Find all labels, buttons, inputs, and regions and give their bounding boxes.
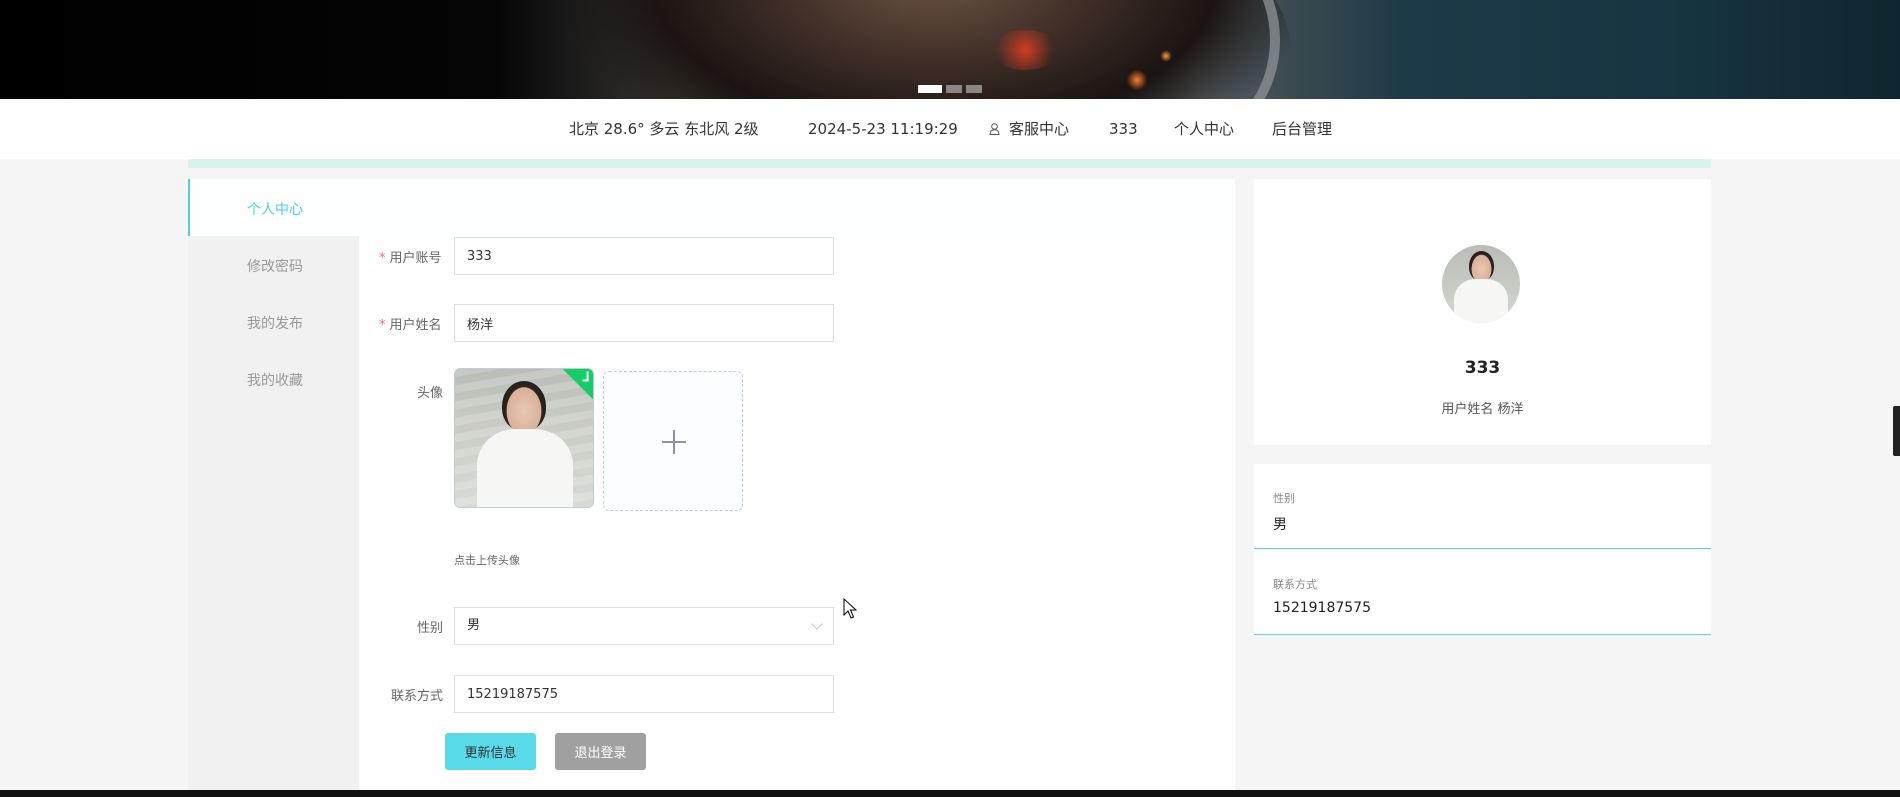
name-input[interactable] (454, 304, 834, 342)
nav-username[interactable]: 333 (1109, 119, 1138, 139)
side-item-change-password[interactable]: 修改密码 (247, 256, 303, 276)
tab-personal-center[interactable]: 个人中心 (188, 179, 1235, 236)
nav-admin[interactable]: 后台管理 (1272, 119, 1332, 139)
required-mark: * (379, 251, 386, 266)
profile-card: 333 用户姓名 杨洋 (1254, 179, 1711, 445)
required-mark: * (379, 318, 386, 333)
user-icon (989, 123, 1000, 135)
banner-glow (1160, 50, 1172, 62)
avatar-preview[interactable] (454, 368, 594, 508)
profile-realname: 用户姓名 杨洋 (1441, 402, 1524, 417)
top-nav: 北京 28.6° 多云 东北风 2级 2024-5-23 11:19:29 客服… (0, 99, 1900, 159)
profile-phone-value: 15219187575 (1273, 600, 1371, 616)
carousel-indicators (918, 85, 982, 93)
avatar (1442, 245, 1520, 323)
name-label: * 用户姓名 (379, 314, 442, 333)
upload-hint: 点击上传头像 (454, 554, 520, 567)
logout-button[interactable]: 退出登录 (555, 733, 646, 770)
decorative-strip (188, 159, 1711, 168)
account-label-text: 用户账号 (389, 251, 442, 266)
phone-input[interactable] (454, 675, 834, 713)
carousel-dot-3[interactable] (966, 85, 982, 93)
update-info-button[interactable]: 更新信息 (445, 733, 536, 770)
profile-gender-value: 男 (1273, 517, 1287, 533)
carousel-dot-1[interactable] (918, 85, 942, 93)
current-datetime: 2024-5-23 11:19:29 (808, 120, 958, 138)
profile-phone-label: 联系方式 (1273, 578, 1317, 591)
banner-glow (1126, 70, 1148, 90)
gender-label: 性别 (417, 621, 444, 636)
nav-customer-service[interactable]: 客服中心 (989, 119, 1069, 139)
avatar-label: 头像 (417, 386, 444, 401)
gender-select-value: 男 (467, 618, 481, 633)
banner-carousel[interactable] (0, 0, 1900, 99)
profile-gender-card: 性别 男 (1254, 464, 1711, 549)
name-label-text: 用户姓名 (389, 318, 442, 333)
profile-phone-card: 联系方式 15219187575 (1254, 550, 1711, 635)
profile-username: 333 (1464, 358, 1501, 378)
carousel-dot-2[interactable] (946, 85, 962, 93)
avatar-upload-button[interactable] (603, 371, 743, 511)
side-item-my-posts[interactable]: 我的发布 (247, 313, 303, 333)
nav-customer-service-label: 客服中心 (1009, 120, 1070, 138)
side-scroll-handle[interactable] (1893, 406, 1900, 456)
side-menu: 修改密码 我的发布 我的收藏 (188, 236, 359, 797)
bottom-bar (0, 790, 1900, 797)
profile-gender-label: 性别 (1273, 492, 1295, 505)
account-label: * 用户账号 (379, 247, 442, 266)
nav-personal-center[interactable]: 个人中心 (1174, 119, 1234, 139)
cursor-icon (843, 598, 857, 619)
chevron-down-icon (811, 618, 823, 630)
plus-icon (662, 430, 686, 454)
tab-personal-center-label: 个人中心 (247, 202, 303, 218)
gender-select[interactable]: 男 (454, 607, 834, 645)
phone-label: 联系方式 (391, 689, 444, 704)
weather-info: 北京 28.6° 多云 东北风 2级 (569, 120, 759, 138)
side-item-my-favorites[interactable]: 我的收藏 (247, 370, 303, 390)
account-input[interactable] (454, 237, 834, 275)
banner-glow (990, 30, 1060, 70)
